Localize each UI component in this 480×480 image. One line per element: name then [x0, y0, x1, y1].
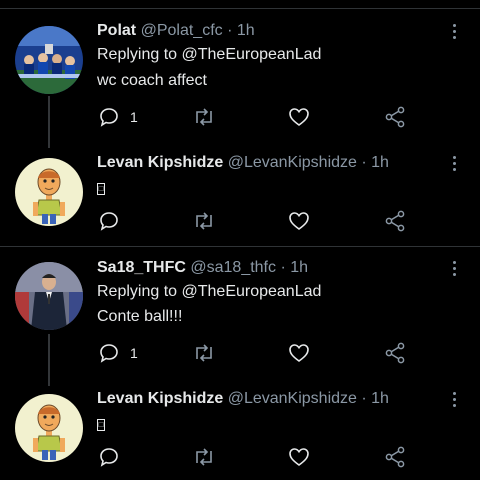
tweet-header: Sa18_THFC @sa18_thfc · 1h [97, 259, 308, 277]
replying-to-line: Replying to @TheEuropeanLad [97, 283, 321, 301]
reply-count: 1 [130, 345, 138, 361]
share-button[interactable] [384, 106, 406, 128]
retweet-button[interactable] [192, 446, 216, 468]
tweet-text-line: □ [97, 178, 105, 196]
reply-count: 1 [130, 109, 138, 125]
more-icon[interactable] [448, 392, 460, 410]
user-handle[interactable]: @LevanKipshidze [228, 390, 357, 407]
share-button[interactable] [384, 342, 406, 364]
replying-prefix: Replying to [97, 46, 178, 63]
tweet-text: Conte ball!!! [97, 308, 183, 325]
tweet-header: Polat @Polat_cfc · 1h [97, 22, 255, 40]
tweet-text: □ [97, 419, 105, 431]
timestamp[interactable]: 1h [237, 22, 255, 39]
action-bar: 1 [98, 106, 418, 130]
retweet-icon [196, 212, 212, 230]
heart-icon [289, 448, 309, 466]
reply-icon [100, 448, 118, 467]
user-handle[interactable]: @sa18_thfc [190, 259, 276, 276]
avatar[interactable] [15, 26, 83, 94]
separator: · [361, 390, 367, 407]
heart-icon [289, 344, 309, 362]
timestamp[interactable]: 1h [371, 390, 389, 407]
tweet-text: □ [97, 183, 105, 195]
retweet-button[interactable] [192, 342, 216, 364]
retweet-button[interactable] [192, 210, 216, 232]
separator: · [361, 154, 367, 171]
share-icon [385, 106, 405, 128]
reply-button[interactable]: 1 [98, 342, 138, 364]
user-handle[interactable]: @Polat_cfc [141, 22, 223, 39]
display-name[interactable]: Sa18_THFC [97, 259, 186, 276]
display-name[interactable]: Levan Kipshidze [97, 390, 223, 407]
reply-button[interactable]: 1 [98, 106, 138, 128]
share-button[interactable] [384, 210, 406, 232]
retweet-icon [196, 344, 212, 362]
reply-button[interactable] [98, 446, 120, 468]
like-button[interactable] [288, 106, 310, 128]
display-name[interactable]: Polat [97, 22, 136, 39]
tweet-text: wc coach affect [97, 72, 207, 89]
reply-button[interactable] [98, 210, 120, 232]
replying-handle[interactable]: @TheEuropeanLad [182, 283, 322, 300]
heart-icon [289, 108, 309, 126]
replying-handle[interactable]: @TheEuropeanLad [182, 46, 322, 63]
action-bar: 1 [98, 342, 418, 366]
tweet-header: Levan Kipshidze @LevanKipshidze · 1h [97, 154, 389, 172]
avatar[interactable] [15, 394, 83, 462]
action-bar [98, 210, 418, 234]
reply-icon [100, 212, 118, 231]
reply-icon [100, 344, 118, 363]
replying-to-line: Replying to @TheEuropeanLad [97, 46, 321, 64]
retweet-icon [196, 448, 212, 466]
like-button[interactable] [288, 342, 310, 364]
share-icon [385, 210, 405, 232]
retweet-icon [196, 108, 212, 126]
heart-icon [289, 212, 309, 230]
tweet-text-line: □ [97, 414, 105, 432]
more-icon[interactable] [448, 24, 460, 42]
user-handle[interactable]: @LevanKipshidze [228, 154, 357, 171]
conversation-divider [0, 246, 480, 247]
share-icon [385, 446, 405, 468]
top-divider [0, 8, 480, 9]
like-button[interactable] [288, 210, 310, 232]
separator: · [227, 22, 233, 39]
action-bar [98, 446, 418, 470]
thread-line [48, 96, 50, 148]
reply-icon [100, 108, 118, 127]
share-icon [385, 342, 405, 364]
more-icon[interactable] [448, 261, 460, 279]
like-button[interactable] [288, 446, 310, 468]
avatar[interactable] [15, 158, 83, 226]
share-button[interactable] [384, 446, 406, 468]
tweet-header: Levan Kipshidze @LevanKipshidze · 1h [97, 390, 389, 408]
avatar[interactable] [15, 262, 83, 330]
timestamp[interactable]: 1h [371, 154, 389, 171]
replying-prefix: Replying to [97, 283, 178, 300]
thread-line [48, 334, 50, 386]
display-name[interactable]: Levan Kipshidze [97, 154, 223, 171]
timestamp[interactable]: 1h [290, 259, 308, 276]
retweet-button[interactable] [192, 106, 216, 128]
more-icon[interactable] [448, 156, 460, 174]
separator: · [280, 259, 286, 276]
